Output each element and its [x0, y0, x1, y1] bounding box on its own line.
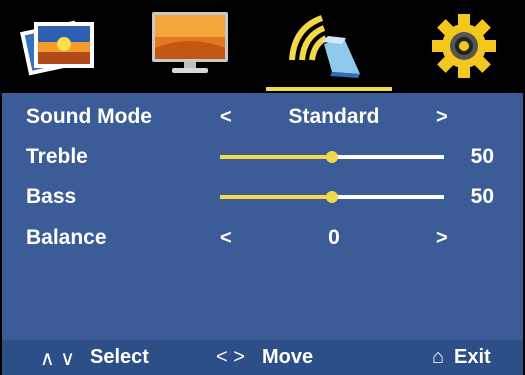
photo-icon — [20, 20, 94, 76]
balance-row[interactable]: Balance < 0 > — [2, 218, 523, 258]
treble-slider-fill — [220, 155, 332, 159]
tab-setup[interactable] — [424, 8, 504, 80]
footer-hints: ∧ ∨ Select < > Move ⌂ Exit — [2, 340, 523, 375]
balance-next-arrow[interactable]: > — [436, 227, 448, 250]
treble-value: 50 — [470, 145, 494, 168]
settings-panel: Sound Mode < Standard > Treble 50 Bass 5… — [2, 93, 523, 340]
left-right-arrows-icon: < > — [216, 346, 245, 368]
home-icon: ⌂ — [432, 346, 445, 368]
balance-value: 0 — [328, 226, 340, 249]
bass-slider-fill — [220, 195, 332, 199]
treble-row[interactable]: Treble 50 — [2, 137, 523, 177]
treble-slider[interactable] — [220, 151, 444, 163]
sound-mode-row[interactable]: Sound Mode < Standard > — [2, 97, 523, 137]
bass-value: 50 — [470, 185, 494, 208]
bass-label: Bass — [26, 185, 77, 208]
bass-slider-handle[interactable] — [326, 191, 338, 203]
tab-picture[interactable] — [20, 8, 100, 80]
bass-row[interactable]: Bass 50 — [2, 177, 523, 217]
sound-mode-label: Sound Mode — [26, 105, 152, 128]
speaker-icon — [289, 15, 360, 78]
treble-label: Treble — [26, 145, 88, 168]
selected-tab-indicator — [266, 87, 392, 91]
balance-prev-arrow[interactable]: < — [220, 227, 232, 250]
sound-mode-value: Standard — [288, 105, 380, 128]
treble-slider-handle[interactable] — [326, 151, 338, 163]
exit-hint-label[interactable]: Exit — [454, 346, 491, 369]
bass-slider[interactable] — [220, 191, 444, 203]
sound-settings-osd: Sound Mode < Standard > Treble 50 Bass 5… — [0, 0, 525, 375]
menu-tabs — [0, 0, 525, 92]
gear-icon — [432, 14, 496, 78]
balance-label: Balance — [26, 226, 107, 249]
up-down-arrows-icon: ∧ ∨ — [40, 348, 75, 370]
monitor-icon — [152, 12, 228, 73]
move-hint-label: Move — [262, 346, 314, 368]
sound-mode-next-arrow[interactable]: > — [436, 106, 448, 129]
select-hint-label: Select — [90, 346, 149, 368]
tab-sound[interactable] — [288, 8, 368, 80]
tab-screen[interactable] — [150, 8, 230, 80]
sound-mode-prev-arrow[interactable]: < — [220, 106, 232, 129]
